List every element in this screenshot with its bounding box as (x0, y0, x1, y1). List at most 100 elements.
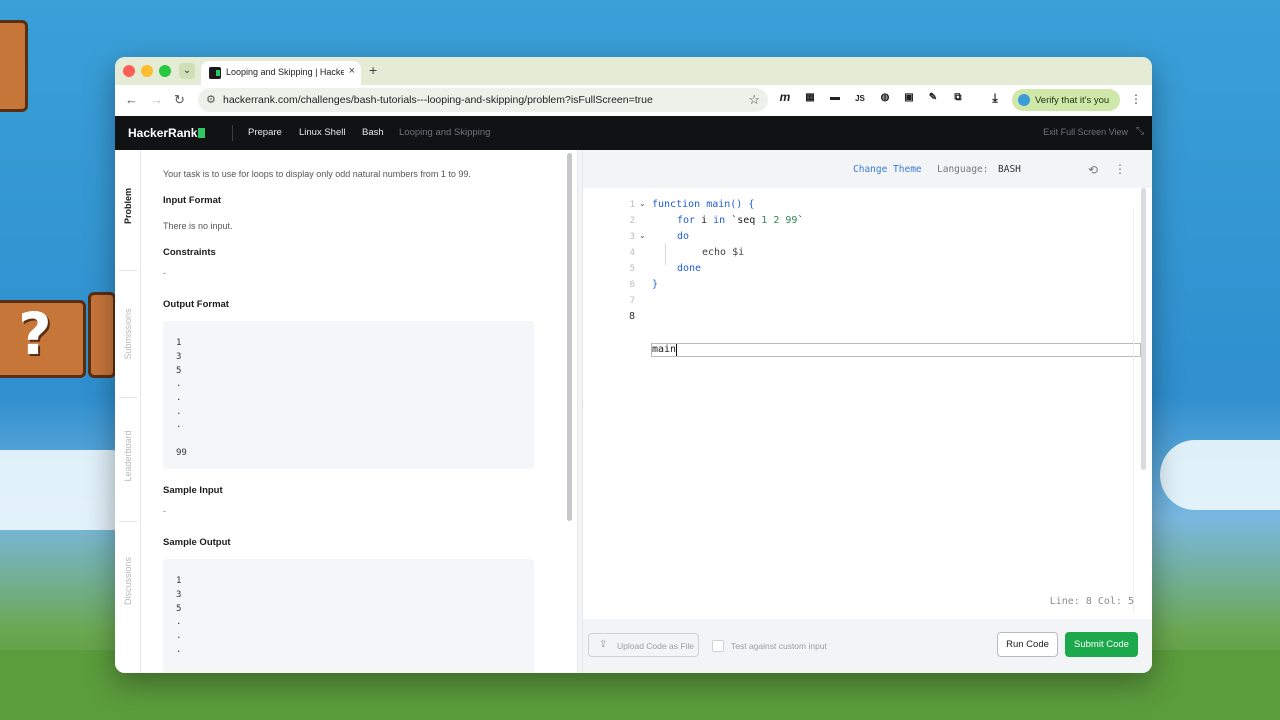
background-block-top-left (0, 20, 28, 112)
line-number: 7 (629, 296, 635, 306)
extension-table-icon[interactable]: ▦ (803, 92, 817, 103)
task-description: Your task is to use for loops to display… (163, 169, 471, 179)
exit-full-screen-icon[interactable]: ⤡ (1136, 126, 1144, 137)
extension-pen-icon[interactable]: ✎ (926, 92, 940, 103)
output-line: 3 (176, 352, 182, 362)
output-format-block: 1 3 5 . . . . 99 (163, 321, 534, 469)
tab-leaderboard-label: Leaderboard (123, 430, 133, 482)
sample-output-line: 5 (176, 604, 182, 614)
verify-identity-chip[interactable]: Verify that it's you (1012, 89, 1120, 111)
input-format-text: There is no input. (163, 221, 233, 231)
tab-close-icon[interactable]: × (349, 65, 355, 77)
tab-discussions-label: Discussions (123, 556, 133, 606)
output-line: 1 (176, 338, 182, 348)
tab-divider (119, 270, 137, 271)
code-token: for (677, 215, 696, 226)
code-line-8: main (652, 344, 677, 355)
sample-output-block: 1 3 5 . . . (163, 559, 534, 673)
editor-toolbar: Change Theme Language: BASH ⟲ ⋮ (583, 150, 1152, 188)
download-icon[interactable]: ⤓ (988, 91, 1002, 106)
background-question-mark: ? (18, 300, 52, 368)
code-line-4: echo $i (702, 247, 745, 258)
custom-input-checkbox[interactable] (712, 640, 724, 652)
exit-full-screen-link[interactable]: Exit Full Screen View (1043, 127, 1128, 137)
editor-ruler (1133, 208, 1134, 613)
language-select[interactable]: BASH (998, 164, 1021, 175)
extensions-puzzle-icon[interactable]: ⧉ (951, 92, 965, 103)
tab-title: Looping and Skipping | HackerRank (226, 67, 344, 77)
sample-output-line: . (176, 617, 182, 627)
site-info-icon[interactable]: ⚙ (206, 93, 216, 106)
change-theme-link[interactable]: Change Theme (853, 164, 922, 175)
code-token: i (695, 215, 714, 226)
line-number: 5 (629, 264, 635, 274)
hackerrank-logo[interactable]: HackerRank (128, 126, 206, 140)
sample-output-line: 1 (176, 576, 182, 586)
cursor-position-status: Line: 8 Col: 5 (1049, 596, 1134, 607)
crumb-linux-shell[interactable]: Linux Shell (299, 127, 345, 138)
run-code-button[interactable]: Run Code (997, 632, 1058, 657)
extension-circle-icon[interactable]: ◍ (878, 92, 892, 103)
browser-toolbar: ← → ↻ ⚙ hackerrank.com/challenges/bash-t… (115, 85, 1152, 116)
problem-side-tabs: Problem Submissions Leaderboard Discussi… (115, 150, 141, 673)
constraints-heading: Constraints (163, 247, 216, 258)
history-icon[interactable]: ⟲ (1088, 163, 1098, 177)
editor-menu-icon[interactable]: ⋮ (1114, 162, 1126, 176)
line-number-current: 8 (628, 311, 635, 322)
custom-input-label[interactable]: Test against custom input (731, 641, 827, 651)
fold-chevron-icon[interactable]: ⌄ (639, 199, 646, 208)
editor-scrollbar[interactable] (1141, 188, 1146, 470)
sample-input-text: - (163, 506, 166, 516)
upload-icon: ⇪ (599, 639, 608, 650)
extension-box-icon[interactable]: ▣ (902, 92, 916, 103)
submit-code-button[interactable]: Submit Code (1065, 632, 1138, 657)
current-line-highlight (651, 343, 1141, 357)
sample-input-heading: Sample Input (163, 485, 223, 496)
tab-problem[interactable]: Problem (115, 150, 141, 262)
browser-tab-active[interactable]: Looping and Skipping | HackerRank × (201, 61, 361, 85)
background-cloud (1160, 440, 1280, 510)
code-token: `seq (725, 215, 756, 226)
extension-terminal-icon[interactable]: ▬ (828, 92, 842, 103)
line-number: 1 (629, 200, 635, 210)
forward-icon[interactable]: → (150, 92, 163, 107)
output-line: . (176, 393, 182, 403)
tab-discussions[interactable]: Discussions (115, 525, 141, 637)
reload-icon[interactable]: ↻ (174, 92, 185, 108)
upload-code-button[interactable]: ⇪ Upload Code as File (588, 633, 699, 657)
close-window-button[interactable] (123, 65, 135, 77)
code-token: ` (797, 215, 804, 226)
verify-label: Verify that it's you (1035, 95, 1110, 106)
back-icon[interactable]: ← (125, 92, 138, 107)
maximize-window-button[interactable] (159, 65, 171, 77)
logo-text: HackerRank (128, 126, 198, 140)
extension-m-icon[interactable]: m (778, 90, 792, 104)
sample-output-heading: Sample Output (163, 537, 231, 548)
code-token: function (652, 199, 701, 210)
browser-menu-icon[interactable]: ⋮ (1130, 92, 1142, 106)
address-url: hackerrank.com/challenges/bash-tutorials… (223, 94, 653, 106)
crumb-prepare[interactable]: Prepare (248, 127, 282, 138)
code-line-5: done (677, 263, 702, 274)
address-bar[interactable]: ⚙ hackerrank.com/challenges/bash-tutoria… (198, 88, 768, 112)
tab-submissions[interactable]: Submissions (115, 278, 141, 390)
tab-leaderboard[interactable]: Leaderboard (115, 400, 141, 512)
extension-js-icon[interactable]: JS (853, 94, 867, 103)
problem-statement-pane: Your task is to use for loops to display… (141, 150, 561, 673)
problem-scrollbar[interactable] (567, 153, 572, 521)
bookmark-star-icon[interactable]: ☆ (748, 92, 760, 108)
profile-avatar-icon (1018, 94, 1030, 106)
output-line: 99 (176, 448, 187, 458)
tab-submissions-label: Submissions (123, 308, 133, 360)
fold-chevron-icon[interactable]: ⌄ (639, 231, 646, 240)
new-tab-icon[interactable]: + (369, 62, 377, 78)
code-editor[interactable]: 1 2 3 4 5 6 7 8 ⌄ ⌄ function main() { fo… (583, 188, 1152, 619)
constraints-text: - (163, 268, 166, 278)
tab-search-dropdown-icon[interactable]: ⌄ (179, 63, 195, 79)
logo-square-icon (198, 128, 206, 138)
crumb-bash[interactable]: Bash (362, 127, 384, 138)
sample-output-line: 3 (176, 590, 182, 600)
tab-strip: ⌄ Looping and Skipping | HackerRank × + (115, 57, 1152, 85)
code-token: main() { (700, 199, 755, 210)
minimize-window-button[interactable] (141, 65, 153, 77)
